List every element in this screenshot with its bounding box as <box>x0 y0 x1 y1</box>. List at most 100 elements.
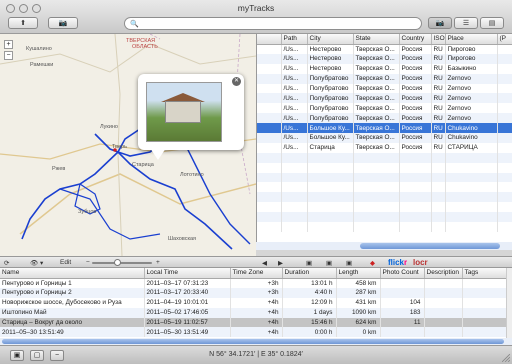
edit-button[interactable]: Edit <box>60 258 71 267</box>
column-header-time-zone[interactable]: Time Zone <box>230 268 283 279</box>
close-icon[interactable]: ✕ <box>232 77 241 86</box>
photo-country: Россия <box>399 103 432 114</box>
map-zoom-out-button[interactable]: − <box>4 51 13 60</box>
track-time-zone: +4h <box>230 327 283 338</box>
zoom-in-label[interactable]: + <box>156 258 160 267</box>
photo-place: Пирогово <box>445 44 498 54</box>
column-header-local-time[interactable]: Local Time <box>144 268 231 279</box>
photo-row-checkbox[interactable] <box>257 133 282 143</box>
photo-row[interactable]: /Us... Нестерово Тверская О... Россия RU Пиро… <box>257 53 512 64</box>
map-view[interactable]: + − Кушалино ТВЕРСКАЯ ОБЛАСТЬ Рамешки Лу… <box>0 34 256 256</box>
photo-iso: RU <box>431 93 446 104</box>
photo-row[interactable]: /Us... Полубратово Тверская О... Россия RU Ze… <box>257 113 512 124</box>
split-view-button[interactable]: ▤ <box>480 17 504 29</box>
column-header-duration[interactable]: Duration <box>282 268 337 279</box>
photo-state: Тверская О... <box>353 73 400 84</box>
column-header-tags[interactable]: Tags <box>462 268 506 279</box>
refresh-button[interactable]: ⟳ <box>4 258 9 267</box>
column-header-description[interactable]: Description <box>424 268 463 279</box>
column-header-state[interactable]: State <box>353 34 400 45</box>
search-field[interactable]: 🔍 <box>124 17 422 30</box>
photo-path: /Us... <box>281 93 308 104</box>
map-zoom-in-button[interactable]: + <box>4 40 13 49</box>
track-row[interactable]: Пентурово и Горницы 1 2011–03–17 07:31:23… <box>0 278 506 288</box>
track-row[interactable]: Иштопино Май 2011–05–02 17:46:05 +4h 1 days… <box>0 307 506 318</box>
photo-extra-cell <box>497 63 512 74</box>
resize-grip-icon[interactable] <box>502 354 510 362</box>
popup-pointer <box>150 148 166 160</box>
photo-row[interactable]: /Us... Полубратово Тверская О... Россия RU Ze… <box>257 93 512 104</box>
photo-row[interactable]: /Us... Нестерово Тверская О... Россия RU Базы… <box>257 63 512 74</box>
locr-button[interactable]: locr <box>413 258 428 267</box>
track-row[interactable]: Старица – Вокруг да около 2011–05–19 11:0… <box>0 317 506 328</box>
photo-row-checkbox[interactable] <box>257 103 282 114</box>
track-duration: 12:09 h <box>282 297 337 308</box>
photo-row-checkbox[interactable] <box>257 73 282 84</box>
zoom-out-label[interactable]: − <box>86 258 90 267</box>
column-header-photo-count[interactable]: Photo Count <box>380 268 425 279</box>
photo-popup[interactable]: ✕ <box>138 74 244 150</box>
column-header-city[interactable]: City <box>307 34 354 45</box>
track-time-zone: +3h <box>230 278 283 288</box>
track-name: Новорижское шоссе, Дубосеково и Руза <box>0 297 145 308</box>
track-row[interactable]: Новорижское шоссе, Дубосеково и Руза 2011… <box>0 297 506 308</box>
photo-row[interactable]: /Us... Большое Ку... Тверская О... Россия RU… <box>257 133 512 143</box>
photo-extra-cell <box>497 103 512 114</box>
photo-row-checkbox[interactable] <box>257 142 282 153</box>
photo-row-checkbox[interactable] <box>257 93 282 104</box>
photo-extra-cell <box>497 53 512 64</box>
photo-action-button[interactable]: ◆ <box>370 258 375 267</box>
column-header-iso[interactable]: ISO <box>431 34 446 45</box>
prev-photo-button[interactable]: ◀ <box>262 258 267 267</box>
column-header-path[interactable]: Path <box>281 34 308 45</box>
tracks-toolbar: ⟳ 👁 ▾ Edit − + ◀ ▶ ▣ ▣ ▣ ◆ flickr locr <box>0 256 512 268</box>
photo-row[interactable]: /Us... Полубратово Тверская О... Россия RU Ze… <box>257 103 512 114</box>
photo-row-checkbox[interactable] <box>257 113 282 124</box>
photo-action-button[interactable]: ▣ <box>326 258 332 267</box>
tracks-horizontal-scrollbar[interactable] <box>0 338 512 345</box>
tracks-vertical-scrollbar[interactable] <box>506 268 512 338</box>
column-header-name[interactable]: Name <box>0 268 145 279</box>
list-view-button[interactable]: ☰ <box>454 17 478 29</box>
refresh-icon: ⟳ <box>4 259 10 267</box>
photo-path: /Us... <box>281 133 308 143</box>
column-header-length[interactable]: Length <box>336 268 381 279</box>
search-input[interactable] <box>141 20 412 27</box>
track-tags <box>462 287 506 298</box>
track-row[interactable]: 2011–05–30 13:51:49 2011–05–30 13:51:49 +4… <box>0 327 506 338</box>
photo-row-checkbox[interactable] <box>257 83 282 94</box>
track-row[interactable]: Пентурово и Горницы 2 2011–03–17 20:33:40… <box>0 287 506 298</box>
photo-row-checkbox[interactable] <box>257 53 282 64</box>
photo-row[interactable]: /Us... Старица Тверская О... Россия RU СТАРИЦ… <box>257 142 512 153</box>
import-button[interactable]: ⬆ <box>8 17 38 29</box>
photo-action-button[interactable]: ▣ <box>346 258 352 267</box>
photo-row-checkbox[interactable] <box>257 123 282 134</box>
photo-view-button[interactable]: 📷 <box>428 17 452 29</box>
column-header[interactable] <box>257 34 282 45</box>
tracks-table[interactable]: Name Local Time Time Zone Duration Lengt… <box>0 268 506 338</box>
camera-button[interactable]: 📷 <box>48 17 78 29</box>
house-photo-icon <box>165 101 201 123</box>
flickr-button[interactable]: flickr <box>388 258 407 267</box>
photo-action-button[interactable]: ▣ <box>306 258 312 267</box>
photo-thumbnail[interactable] <box>146 82 222 142</box>
column-header-country[interactable]: Country <box>399 34 432 45</box>
zoom-slider-knob[interactable] <box>114 259 121 266</box>
zoom-slider[interactable] <box>92 259 152 266</box>
track-description <box>424 307 463 318</box>
photo-row[interactable]: /Us... Нестерово Тверская О... Россия RU Пиро… <box>257 44 512 54</box>
column-header-more[interactable]: (P <box>497 34 512 45</box>
photo-row[interactable]: /Us... Полубратово Тверская О... Россия RU Ze… <box>257 83 512 94</box>
photo-row[interactable]: /Us... Большое Ку... Тверская О... Россия RU… <box>257 123 512 134</box>
photo-row[interactable]: /Us... Полубратово Тверская О... Россия RU Ze… <box>257 73 512 84</box>
photo-row-checkbox[interactable] <box>257 44 282 54</box>
photos-table[interactable]: Path City State Country ISO Place (P /Us… <box>256 34 512 242</box>
column-header-place[interactable]: Place <box>445 34 498 45</box>
next-photo-button[interactable]: ▶ <box>278 258 283 267</box>
photo-state: Тверская О... <box>353 142 400 153</box>
list-icon: ☰ <box>462 20 470 27</box>
photos-horizontal-scrollbar[interactable] <box>256 242 512 250</box>
photo-row-checkbox[interactable] <box>257 63 282 74</box>
view-options-button[interactable]: 👁 ▾ <box>30 258 43 267</box>
track-local-time: 2011–04–19 10:01:01 <box>144 297 231 308</box>
